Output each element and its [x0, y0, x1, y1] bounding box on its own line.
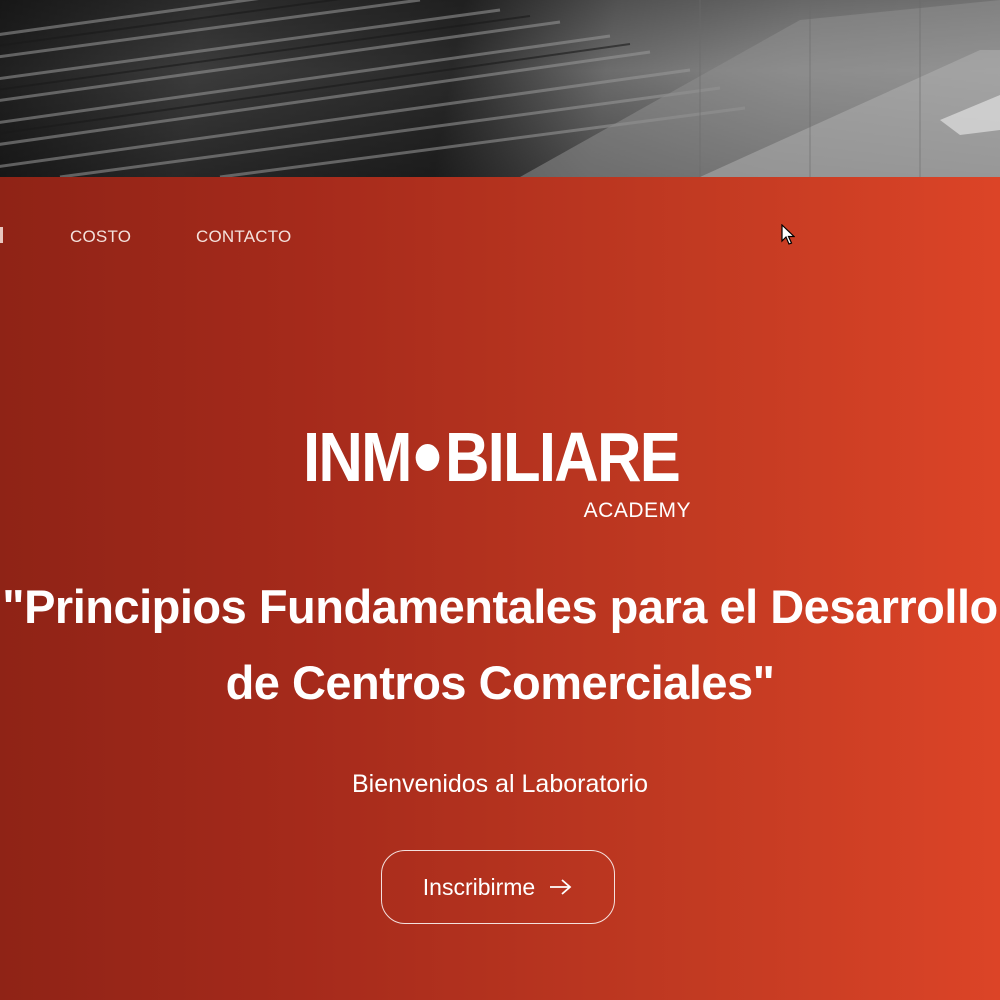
logo-subtitle: ACADEMY: [583, 499, 691, 522]
logo-wordmark: INM BILIARE: [303, 422, 681, 492]
page-title-line-2: de Centros Comerciales": [225, 656, 775, 709]
hero-section: COSTO CONTACTO INM BILIARE ACADEMY "Princ…: [0, 177, 1000, 1000]
logo-word-right: BILIARE: [444, 418, 681, 496]
nav-edge-fragment: [0, 227, 3, 243]
enroll-button-label: Inscribirme: [422, 873, 536, 900]
welcome-text: Bienvenidos al Laboratorio: [351, 770, 649, 798]
logo-word-left: INM: [303, 418, 412, 496]
arrow-right-icon: [550, 879, 572, 895]
top-nav: COSTO CONTACTO: [0, 177, 1000, 297]
logo-dot-icon: [415, 444, 440, 472]
page-title: "Principios Fundamentales para el Desarr…: [0, 569, 1000, 721]
mouse-cursor-icon: [781, 224, 795, 245]
hero-background-photo: [0, 0, 1000, 177]
nav-link-contacto[interactable]: CONTACTO: [196, 227, 291, 247]
page-title-line-1: "Principios Fundamentales para el Desarr…: [2, 580, 998, 633]
enroll-button[interactable]: Inscribirme: [381, 850, 615, 924]
brand-logo: INM BILIARE ACADEMY: [303, 422, 695, 532]
nav-link-costo[interactable]: COSTO: [70, 227, 131, 247]
